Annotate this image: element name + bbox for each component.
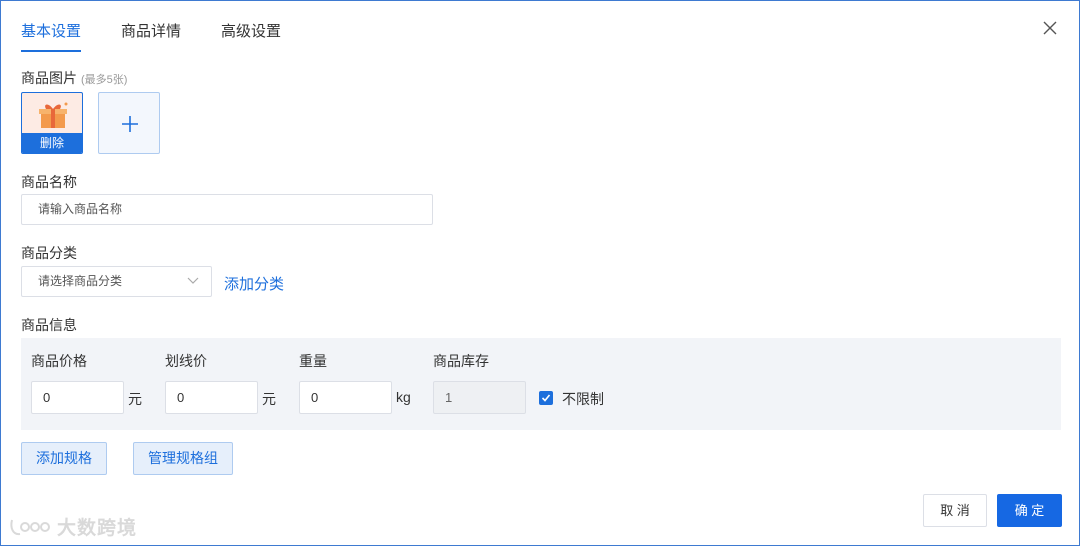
strike-price-input[interactable]: 0 — [165, 381, 258, 414]
watermark: 大数跨境 — [9, 513, 137, 540]
add-image-button[interactable] — [98, 92, 160, 154]
cancel-button[interactable]: 取 消 — [923, 494, 987, 527]
strike-price-unit: 元 — [262, 391, 276, 407]
product-info-label: 商品信息 — [21, 317, 77, 333]
weight-unit: kg — [396, 389, 411, 405]
confirm-button[interactable]: 确 定 — [997, 494, 1062, 527]
tab-advanced-settings[interactable]: 高级设置 — [221, 19, 281, 52]
product-image-thumbnail[interactable]: 删除 — [21, 92, 83, 154]
check-icon — [541, 394, 551, 402]
product-category-select[interactable]: 请选择商品分类 — [21, 266, 212, 297]
product-images-label: 商品图片 (最多5张) — [21, 68, 127, 88]
product-images-label-text: 商品图片 — [21, 70, 77, 86]
chevron-down-icon — [187, 277, 199, 284]
unlimited-stock-checkbox[interactable] — [539, 391, 553, 405]
tab-bar: 基本设置 商品详情 高级设置 — [21, 19, 321, 52]
delete-image-button[interactable]: 删除 — [22, 133, 82, 153]
gift-icon — [39, 102, 68, 128]
stock-label: 商品库存 — [433, 353, 489, 369]
dialog: 基本设置 商品详情 高级设置 商品图片 (最多5张) 删除 商品名称 请输入商品名… — [0, 0, 1080, 546]
strike-price-label: 划线价 — [165, 353, 207, 369]
product-name-label: 商品名称 — [21, 174, 77, 190]
price-input[interactable]: 0 — [31, 381, 124, 414]
product-info-panel: 商品价格 0 元 划线价 0 元 重量 0 kg 商品库存 1 不限制 — [21, 338, 1061, 430]
weight-input[interactable]: 0 — [299, 381, 392, 414]
watermark-logo-icon — [10, 519, 50, 535]
product-images-hint: (最多5张) — [81, 74, 128, 86]
unlimited-stock-label[interactable]: 不限制 — [562, 389, 604, 409]
price-unit: 元 — [128, 391, 142, 407]
plus-icon — [122, 116, 138, 132]
add-spec-button[interactable]: 添加规格 — [21, 442, 107, 475]
tab-product-details[interactable]: 商品详情 — [121, 19, 181, 52]
close-icon[interactable] — [1041, 19, 1059, 37]
watermark-text: 大数跨境 — [57, 518, 138, 539]
weight-label: 重量 — [299, 353, 327, 369]
product-name-input[interactable]: 请输入商品名称 — [21, 194, 433, 225]
manage-spec-group-button[interactable]: 管理规格组 — [133, 442, 233, 475]
product-category-placeholder: 请选择商品分类 — [38, 274, 123, 288]
add-category-link[interactable]: 添加分类 — [224, 273, 284, 294]
price-label: 商品价格 — [31, 353, 87, 369]
stock-input: 1 — [433, 381, 526, 414]
tab-basic-settings[interactable]: 基本设置 — [21, 19, 82, 52]
product-category-label: 商品分类 — [21, 245, 77, 261]
